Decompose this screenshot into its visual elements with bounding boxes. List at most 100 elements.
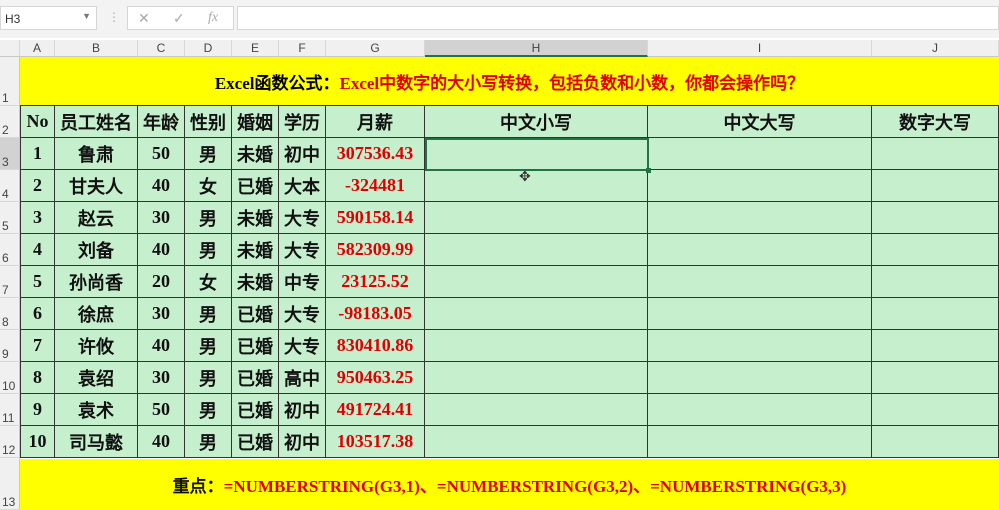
table-cell[interactable] bbox=[648, 362, 872, 394]
table-cell[interactable]: 582309.99 bbox=[326, 234, 425, 266]
table-cell[interactable]: 初中 bbox=[279, 138, 326, 170]
table-cell[interactable] bbox=[425, 170, 648, 202]
table-cell[interactable] bbox=[648, 330, 872, 362]
column-header-F[interactable]: F bbox=[279, 40, 326, 57]
drag-handle-icon[interactable]: ⋮ bbox=[108, 10, 120, 24]
table-cell[interactable]: 男 bbox=[185, 202, 232, 234]
row-header-7[interactable]: 7 bbox=[0, 266, 20, 298]
header-cell[interactable]: 性别 bbox=[185, 106, 232, 138]
table-cell[interactable]: 20 bbox=[138, 266, 185, 298]
header-cell[interactable]: 年龄 bbox=[138, 106, 185, 138]
header-cell[interactable]: 学历 bbox=[279, 106, 326, 138]
formula-input[interactable] bbox=[237, 6, 999, 30]
header-cell[interactable]: No bbox=[20, 106, 55, 138]
column-header-C[interactable]: C bbox=[138, 40, 185, 57]
table-cell[interactable] bbox=[872, 426, 999, 458]
table-cell[interactable]: 50 bbox=[138, 394, 185, 426]
table-cell[interactable]: 中专 bbox=[279, 266, 326, 298]
table-cell[interactable]: 40 bbox=[138, 426, 185, 458]
table-cell[interactable]: 男 bbox=[185, 298, 232, 330]
table-cell[interactable]: 已婚 bbox=[232, 170, 279, 202]
table-cell[interactable]: 初中 bbox=[279, 394, 326, 426]
table-cell[interactable] bbox=[648, 426, 872, 458]
table-cell[interactable]: -98183.05 bbox=[326, 298, 425, 330]
table-cell[interactable]: 初中 bbox=[279, 426, 326, 458]
table-cell[interactable]: 男 bbox=[185, 362, 232, 394]
table-cell[interactable] bbox=[425, 202, 648, 234]
table-cell[interactable]: -324481 bbox=[326, 170, 425, 202]
row-header-3[interactable]: 3 bbox=[0, 138, 20, 170]
table-cell[interactable]: 30 bbox=[138, 202, 185, 234]
table-cell[interactable]: 孙尚香 bbox=[55, 266, 138, 298]
chevron-down-icon[interactable]: ▼ bbox=[82, 11, 91, 21]
table-cell[interactable]: 30 bbox=[138, 298, 185, 330]
table-cell[interactable] bbox=[425, 330, 648, 362]
header-cell[interactable]: 中文小写 bbox=[425, 106, 648, 138]
table-cell[interactable] bbox=[648, 298, 872, 330]
table-cell[interactable] bbox=[425, 234, 648, 266]
column-header-G[interactable]: G bbox=[326, 40, 425, 57]
table-cell[interactable]: 491724.41 bbox=[326, 394, 425, 426]
cancel-icon[interactable]: ✕ bbox=[138, 10, 150, 27]
table-cell[interactable]: 9 bbox=[20, 394, 55, 426]
table-cell[interactable]: 40 bbox=[138, 234, 185, 266]
table-cell[interactable]: 男 bbox=[185, 426, 232, 458]
table-cell[interactable] bbox=[425, 394, 648, 426]
table-cell[interactable]: 甘夫人 bbox=[55, 170, 138, 202]
column-header-J[interactable]: J bbox=[872, 40, 999, 57]
table-cell[interactable] bbox=[425, 362, 648, 394]
table-cell[interactable]: 刘备 bbox=[55, 234, 138, 266]
table-cell[interactable]: 307536.43 bbox=[326, 138, 425, 170]
table-cell[interactable]: 女 bbox=[185, 266, 232, 298]
column-header-D[interactable]: D bbox=[185, 40, 232, 57]
column-header-H[interactable]: H bbox=[425, 40, 648, 57]
table-cell[interactable]: 已婚 bbox=[232, 298, 279, 330]
table-cell[interactable] bbox=[872, 362, 999, 394]
header-cell[interactable]: 婚姻 bbox=[232, 106, 279, 138]
table-cell[interactable] bbox=[648, 202, 872, 234]
table-cell[interactable] bbox=[872, 266, 999, 298]
table-cell[interactable]: 高中 bbox=[279, 362, 326, 394]
table-cell[interactable]: 男 bbox=[185, 330, 232, 362]
row-header-11[interactable]: 11 bbox=[0, 394, 20, 426]
table-cell[interactable] bbox=[872, 234, 999, 266]
sheet-title[interactable]: Excel函数公式： Excel中数字的大小写转换，包括负数和小数，你都会操作吗？ bbox=[20, 57, 999, 106]
table-cell[interactable]: 40 bbox=[138, 170, 185, 202]
table-cell[interactable]: 830410.86 bbox=[326, 330, 425, 362]
name-box[interactable]: H3 ▼ bbox=[0, 6, 97, 30]
column-header-A[interactable]: A bbox=[20, 40, 55, 57]
table-cell[interactable]: 已婚 bbox=[232, 362, 279, 394]
table-cell[interactable]: 徐庶 bbox=[55, 298, 138, 330]
table-cell[interactable]: 已婚 bbox=[232, 394, 279, 426]
row-header-1[interactable]: 1 bbox=[0, 57, 20, 106]
table-cell[interactable] bbox=[648, 266, 872, 298]
table-cell[interactable]: 鲁肃 bbox=[55, 138, 138, 170]
table-cell[interactable] bbox=[425, 298, 648, 330]
table-cell[interactable]: 男 bbox=[185, 394, 232, 426]
row-header-5[interactable]: 5 bbox=[0, 202, 20, 234]
header-cell[interactable]: 中文大写 bbox=[648, 106, 872, 138]
row-header-10[interactable]: 10 bbox=[0, 362, 20, 394]
row-header-4[interactable]: 4 bbox=[0, 170, 20, 202]
table-cell[interactable]: 袁术 bbox=[55, 394, 138, 426]
table-cell[interactable]: 赵云 bbox=[55, 202, 138, 234]
table-cell[interactable] bbox=[872, 170, 999, 202]
table-cell[interactable]: 未婚 bbox=[232, 234, 279, 266]
table-cell[interactable]: 大专 bbox=[279, 234, 326, 266]
table-cell[interactable]: 30 bbox=[138, 362, 185, 394]
footer-note[interactable]: 重点： =NUMBERSTRING(G3,1)、=NUMBERSTRING(G3,… bbox=[20, 459, 999, 510]
header-cell[interactable]: 数字大写 bbox=[872, 106, 999, 138]
table-cell[interactable]: 男 bbox=[185, 234, 232, 266]
column-header-E[interactable]: E bbox=[232, 40, 279, 57]
table-cell[interactable]: 7 bbox=[20, 330, 55, 362]
function-icon[interactable]: fx bbox=[208, 10, 218, 26]
table-cell[interactable]: 590158.14 bbox=[326, 202, 425, 234]
table-cell[interactable]: 3 bbox=[20, 202, 55, 234]
table-cell[interactable]: 司马懿 bbox=[55, 426, 138, 458]
table-cell[interactable] bbox=[648, 394, 872, 426]
table-cell[interactable]: 950463.25 bbox=[326, 362, 425, 394]
table-cell[interactable]: 5 bbox=[20, 266, 55, 298]
table-cell[interactable] bbox=[648, 138, 872, 170]
row-header-9[interactable]: 9 bbox=[0, 330, 20, 362]
table-cell[interactable]: 2 bbox=[20, 170, 55, 202]
